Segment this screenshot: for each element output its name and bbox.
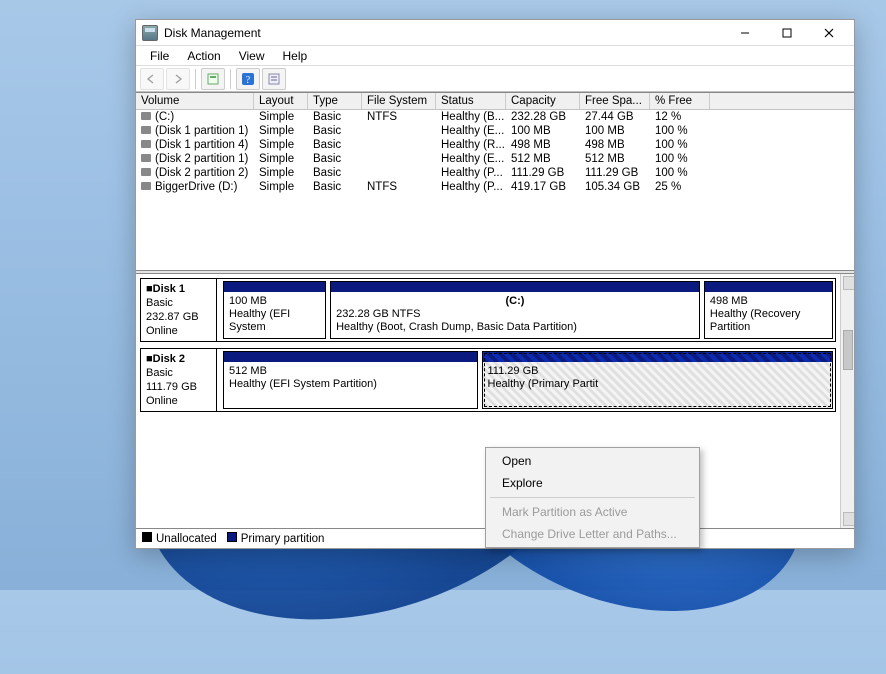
col-layout[interactable]: Layout <box>254 93 308 109</box>
properties-button[interactable] <box>262 68 286 90</box>
volume-row[interactable]: (C:)SimpleBasicNTFSHealthy (B...232.28 G… <box>136 110 854 124</box>
scroll-thumb[interactable] <box>843 330 853 370</box>
partition-context-menu[interactable]: OpenExplore Mark Partition as ActiveChang… <box>485 447 700 548</box>
toolbar: ? <box>136 66 854 92</box>
volume-icon <box>141 126 151 134</box>
col-pct[interactable]: % Free <box>650 93 710 109</box>
disk-label[interactable]: ■Disk 1Basic232.87 GBOnline <box>141 279 217 341</box>
menu-view[interactable]: View <box>231 48 273 64</box>
maximize-button[interactable] <box>766 21 808 45</box>
partition[interactable]: 498 MBHealthy (Recovery Partition <box>704 281 833 339</box>
col-free[interactable]: Free Spa... <box>580 93 650 109</box>
app-icon <box>142 25 158 41</box>
window-title: Disk Management <box>164 26 724 40</box>
volume-icon <box>141 154 151 162</box>
context-item: Change Drive Letter and Paths... <box>488 523 697 545</box>
col-type[interactable]: Type <box>308 93 362 109</box>
legend-unallocated: Unallocated <box>142 532 217 545</box>
disk-row: ■Disk 1Basic232.87 GBOnline100 MBHealthy… <box>140 278 836 342</box>
disk-row: ■Disk 2Basic111.79 GBOnline512 MBHealthy… <box>140 348 836 412</box>
close-button[interactable] <box>808 21 850 45</box>
volume-row[interactable]: (Disk 2 partition 1)SimpleBasicHealthy (… <box>136 152 854 166</box>
back-button[interactable] <box>140 68 164 90</box>
partition[interactable]: 512 MBHealthy (EFI System Partition) <box>223 351 478 409</box>
volume-row[interactable]: BiggerDrive (D:)SimpleBasicNTFSHealthy (… <box>136 180 854 194</box>
disk-scrollbar[interactable] <box>840 274 854 528</box>
volume-icon <box>141 140 151 148</box>
context-item: Mark Partition as Active <box>488 501 697 523</box>
svg-text:?: ? <box>246 75 251 86</box>
context-separator <box>490 497 695 498</box>
col-volume[interactable]: Volume <box>136 93 254 109</box>
partition[interactable]: (C:)232.28 GB NTFSHealthy (Boot, Crash D… <box>330 281 700 339</box>
col-status[interactable]: Status <box>436 93 506 109</box>
volume-row[interactable]: (Disk 1 partition 4)SimpleBasicHealthy (… <box>136 138 854 152</box>
disk-label[interactable]: ■Disk 2Basic111.79 GBOnline <box>141 349 217 411</box>
context-item[interactable]: Open <box>488 450 697 472</box>
volume-row[interactable]: (Disk 2 partition 2)SimpleBasicHealthy (… <box>136 166 854 180</box>
menu-file[interactable]: File <box>142 48 177 64</box>
volume-icon <box>141 112 151 120</box>
forward-button[interactable] <box>166 68 190 90</box>
volume-icon <box>141 168 151 176</box>
menu-help[interactable]: Help <box>275 48 316 64</box>
menu-action[interactable]: Action <box>179 48 228 64</box>
menubar: File Action View Help <box>136 46 854 66</box>
partition[interactable]: 100 MBHealthy (EFI System <box>223 281 326 339</box>
volume-columns: Volume Layout Type File System Status Ca… <box>136 93 854 110</box>
minimize-button[interactable] <box>724 21 766 45</box>
volume-row[interactable]: (Disk 1 partition 1)SimpleBasicHealthy (… <box>136 124 854 138</box>
titlebar[interactable]: Disk Management <box>136 20 854 46</box>
context-item[interactable]: Explore <box>488 472 697 494</box>
volume-list-pane: Volume Layout Type File System Status Ca… <box>136 93 854 270</box>
partition[interactable]: 111.29 GBHealthy (Primary Partit <box>482 351 834 409</box>
volume-icon <box>141 182 151 190</box>
help-button[interactable]: ? <box>236 68 260 90</box>
col-fs[interactable]: File System <box>362 93 436 109</box>
legend-primary: Primary partition <box>227 532 325 545</box>
volume-rows[interactable]: (C:)SimpleBasicNTFSHealthy (B...232.28 G… <box>136 110 854 270</box>
col-capacity[interactable]: Capacity <box>506 93 580 109</box>
refresh-button[interactable] <box>201 68 225 90</box>
